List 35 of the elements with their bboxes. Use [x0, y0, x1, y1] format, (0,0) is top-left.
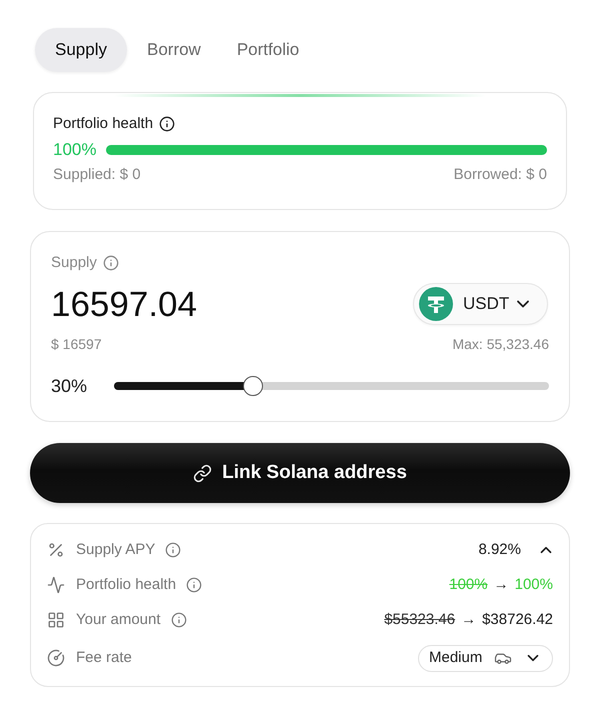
link-address-button[interactable]: Link Solana address [30, 443, 570, 503]
amount-slider[interactable] [114, 376, 549, 396]
detail-label: Supply APY [76, 540, 156, 560]
pulse-icon [47, 576, 65, 594]
health-percent: 100% [53, 139, 96, 162]
grid-icon [47, 611, 65, 629]
new-value: $38726.42 [482, 610, 553, 630]
detail-value: 8.92% [478, 540, 521, 560]
tab[interactable]: Borrow [130, 28, 217, 72]
new-value: 100% [514, 574, 553, 595]
fee-rate-select[interactable]: Medium [418, 644, 553, 672]
supply-label: Supply [51, 252, 97, 273]
supplied-amount: Supplied: $ 0 [53, 164, 141, 185]
old-value: 100% [449, 574, 488, 595]
health-title: Portfolio health [53, 114, 154, 134]
detail-label: Fee rate [76, 648, 132, 668]
borrowed-amount: Borrowed: $ 0 [454, 164, 547, 185]
slider-thumb[interactable] [242, 376, 263, 396]
link-icon [193, 464, 212, 482]
arrow-text: → [461, 610, 476, 630]
detail-label: Your amount [76, 610, 161, 630]
old-value: $55323.46 [384, 610, 456, 630]
max-amount: Max: 55,323.46 [452, 334, 549, 354]
tab[interactable]: Supply [35, 28, 127, 72]
token-select[interactable]: USDT [413, 283, 548, 325]
arrow-text: → [494, 574, 509, 595]
token-logo-icon [419, 287, 453, 321]
supply-amount-input[interactable]: 16597.04 [51, 286, 197, 322]
gauge-icon [47, 649, 65, 667]
tab[interactable]: Portfolio [220, 28, 316, 72]
detail-label: Portfolio health [76, 574, 176, 595]
slider-percent: 30% [51, 374, 88, 398]
percent-icon [47, 541, 65, 559]
usd-value: $ 16597 [51, 334, 102, 354]
info-icon[interactable] [159, 116, 176, 132]
